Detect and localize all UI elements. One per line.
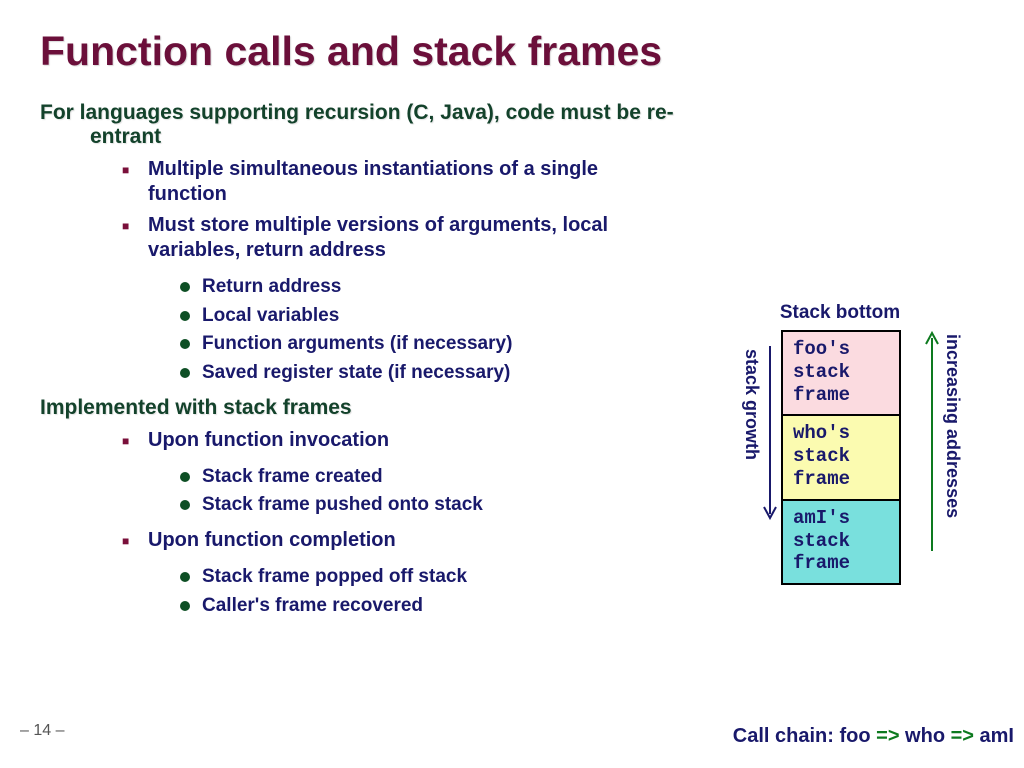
stack-growth-label: stack growth <box>741 349 762 460</box>
up-arrow-icon <box>925 330 939 555</box>
list-item: Stack frame popped off stack <box>180 565 680 590</box>
list-item: Stack frame pushed onto stack <box>180 493 680 518</box>
addresses-label: increasing addresses <box>942 334 963 518</box>
sub-bullet-list-2: Stack frame created Stack frame pushed o… <box>40 465 680 518</box>
page-number: – 14 – <box>20 722 64 740</box>
list-item: Function arguments (if necessary) <box>180 332 680 357</box>
list-item: Saved register state (if necessary) <box>180 361 680 386</box>
arrow-icon: => <box>951 725 974 747</box>
sub-bullet-list-3: Stack frame popped off stack Caller's fr… <box>40 565 680 618</box>
lead-paragraph-1: For languages supporting recursion (C, J… <box>40 101 680 149</box>
stack-bottom-label: Stack bottom <box>760 302 920 324</box>
bullet-list-3: Upon function completion <box>40 528 680 553</box>
slide-title: Function calls and stack frames <box>40 28 984 75</box>
lead-paragraph-2: Implemented with stack frames <box>40 396 680 420</box>
call-chain-mid: who <box>900 725 951 747</box>
list-item: Multiple simultaneous instantiations of … <box>122 157 680 207</box>
arrow-icon: => <box>876 725 899 747</box>
sub-bullet-list-1: Return address Local variables Function … <box>40 275 680 386</box>
stack-frame-foo: foo's stack frame <box>783 332 899 416</box>
list-item: Return address <box>180 275 680 300</box>
down-arrow-icon <box>763 342 777 522</box>
stack-diagram: Stack bottom foo's stack frame who's sta… <box>666 302 1006 742</box>
list-item: Stack frame created <box>180 465 680 490</box>
list-item: Upon function completion <box>122 528 680 553</box>
stack-frame-ami: amI's stack frame <box>783 501 899 585</box>
stack-frames: foo's stack frame who's stack frame amI'… <box>781 330 901 585</box>
slide: Function calls and stack frames For lang… <box>0 0 1024 768</box>
call-chain-end: amI <box>974 725 1014 747</box>
stack-frame-who: who's stack frame <box>783 416 899 500</box>
list-item: Upon function invocation <box>122 428 680 453</box>
bullet-list-2: Upon function invocation <box>40 428 680 453</box>
list-item: Local variables <box>180 304 680 329</box>
list-item: Caller's frame recovered <box>180 594 680 619</box>
call-chain-prefix: Call chain: foo <box>733 725 876 747</box>
call-chain-label: Call chain: foo => who => amI <box>733 725 1014 748</box>
bullet-list-1: Multiple simultaneous instantiations of … <box>40 157 680 263</box>
list-item: Must store multiple versions of argument… <box>122 213 680 263</box>
